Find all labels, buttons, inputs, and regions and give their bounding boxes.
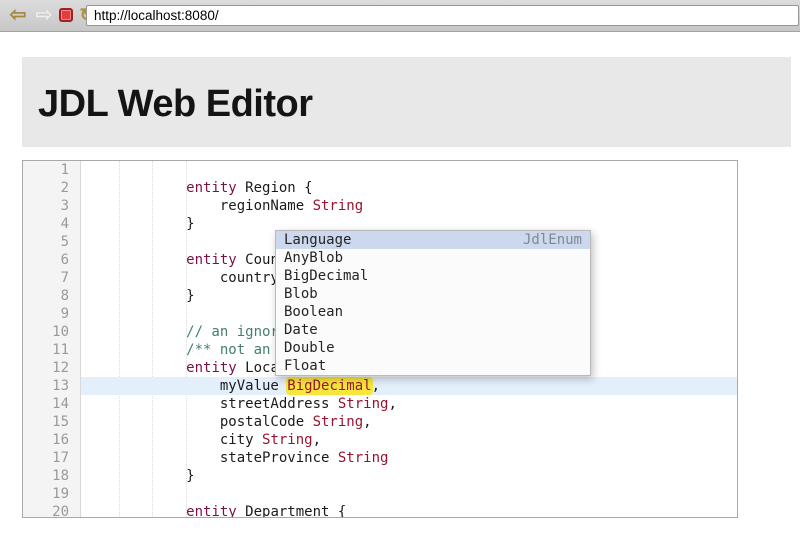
autocomplete-item[interactable]: BigDecimal [276, 267, 590, 285]
code-token: } [85, 288, 195, 304]
line-number: 1 [23, 161, 80, 179]
line-number: 18 [23, 467, 80, 485]
code-token: entity [186, 360, 237, 376]
code-token: } [85, 216, 195, 232]
autocomplete-popup: Language JdlEnum AnyBlobBigDecimalBlobBo… [275, 230, 591, 376]
line-number: 2 [23, 179, 80, 197]
line-number: 20 [23, 503, 80, 518]
code-token: String [313, 414, 364, 430]
autocomplete-item[interactable]: AnyBlob [276, 249, 590, 267]
line-number: 16 [23, 431, 80, 449]
code-token: regionName [85, 198, 313, 214]
code-token [85, 504, 186, 517]
code-token: city [85, 432, 262, 448]
code-line[interactable]: stateProvince String [81, 449, 737, 467]
line-number: 4 [23, 215, 80, 233]
page-title: JDL Web Editor [22, 57, 791, 126]
code-line[interactable]: streetAddress String, [81, 395, 737, 413]
code-token: , [388, 396, 396, 412]
line-number: 5 [23, 233, 80, 251]
code-line[interactable] [81, 161, 737, 179]
forward-icon[interactable]: ⇨ [32, 0, 56, 31]
line-number: 9 [23, 305, 80, 323]
code-line[interactable]: regionName String [81, 197, 737, 215]
line-number: 6 [23, 251, 80, 269]
code-line[interactable]: city String, [81, 431, 737, 449]
code-token: entity [186, 504, 237, 517]
code-line[interactable]: entity Department { [81, 503, 737, 517]
line-number: 13 [23, 377, 80, 395]
code-token: Region { [237, 180, 313, 196]
line-number: 8 [23, 287, 80, 305]
code-token: stateProvince [85, 450, 338, 466]
code-token: , [313, 432, 321, 448]
code-token: } [85, 468, 195, 484]
autocomplete-item[interactable]: Date [276, 321, 590, 339]
line-number-gutter: 1234567891011121314151617181920 [23, 161, 81, 517]
code-token: , [372, 378, 380, 394]
line-number: 12 [23, 359, 80, 377]
stop-icon[interactable] [55, 0, 77, 31]
code-token: BigDecimal [287, 378, 371, 394]
line-number: 14 [23, 395, 80, 413]
stop-square [59, 8, 73, 22]
autocomplete-item-selected[interactable]: Language JdlEnum [276, 231, 590, 249]
page-header: JDL Web Editor [22, 57, 791, 147]
line-number: 19 [23, 485, 80, 503]
code-line[interactable]: entity Region { [81, 179, 737, 197]
code-token: streetAddress [85, 396, 338, 412]
autocomplete-item[interactable]: Double [276, 339, 590, 357]
autocomplete-items: AnyBlobBigDecimalBlobBooleanDateDoubleFl… [276, 249, 590, 375]
code-line[interactable] [81, 485, 737, 503]
code-token: , [363, 414, 371, 430]
url-input[interactable] [86, 5, 799, 26]
code-token: String [262, 432, 313, 448]
autocomplete-item[interactable]: Blob [276, 285, 590, 303]
code-line[interactable]: } [81, 467, 737, 485]
autocomplete-item[interactable]: Boolean [276, 303, 590, 321]
code-token: String [338, 450, 389, 466]
line-number: 10 [23, 323, 80, 341]
line-number: 17 [23, 449, 80, 467]
code-token [85, 360, 186, 376]
line-number: 11 [23, 341, 80, 359]
code-token: postalCode [85, 414, 313, 430]
autocomplete-selected-detail: JdlEnum [523, 231, 582, 249]
code-token: entity [186, 252, 237, 268]
line-number: 15 [23, 413, 80, 431]
code-token: entity [186, 180, 237, 196]
code-line[interactable]: myValue BigDecimal, [81, 377, 737, 395]
code-line[interactable]: postalCode String, [81, 413, 737, 431]
autocomplete-item[interactable]: Float [276, 357, 590, 375]
line-number: 3 [23, 197, 80, 215]
line-number: 7 [23, 269, 80, 287]
code-token: String [313, 198, 364, 214]
code-token [85, 252, 186, 268]
code-token: Department { [237, 504, 347, 517]
code-token: String [338, 396, 389, 412]
code-token [85, 180, 186, 196]
back-icon[interactable]: ⇦ [6, 0, 30, 31]
browser-window: ⇦ ⇨ ↻ JDL Web Editor 1234567891011121314… [0, 0, 800, 539]
autocomplete-selected-label: Language [284, 231, 351, 249]
browser-toolbar: ⇦ ⇨ ↻ [0, 0, 800, 32]
code-token: myValue [85, 378, 287, 394]
